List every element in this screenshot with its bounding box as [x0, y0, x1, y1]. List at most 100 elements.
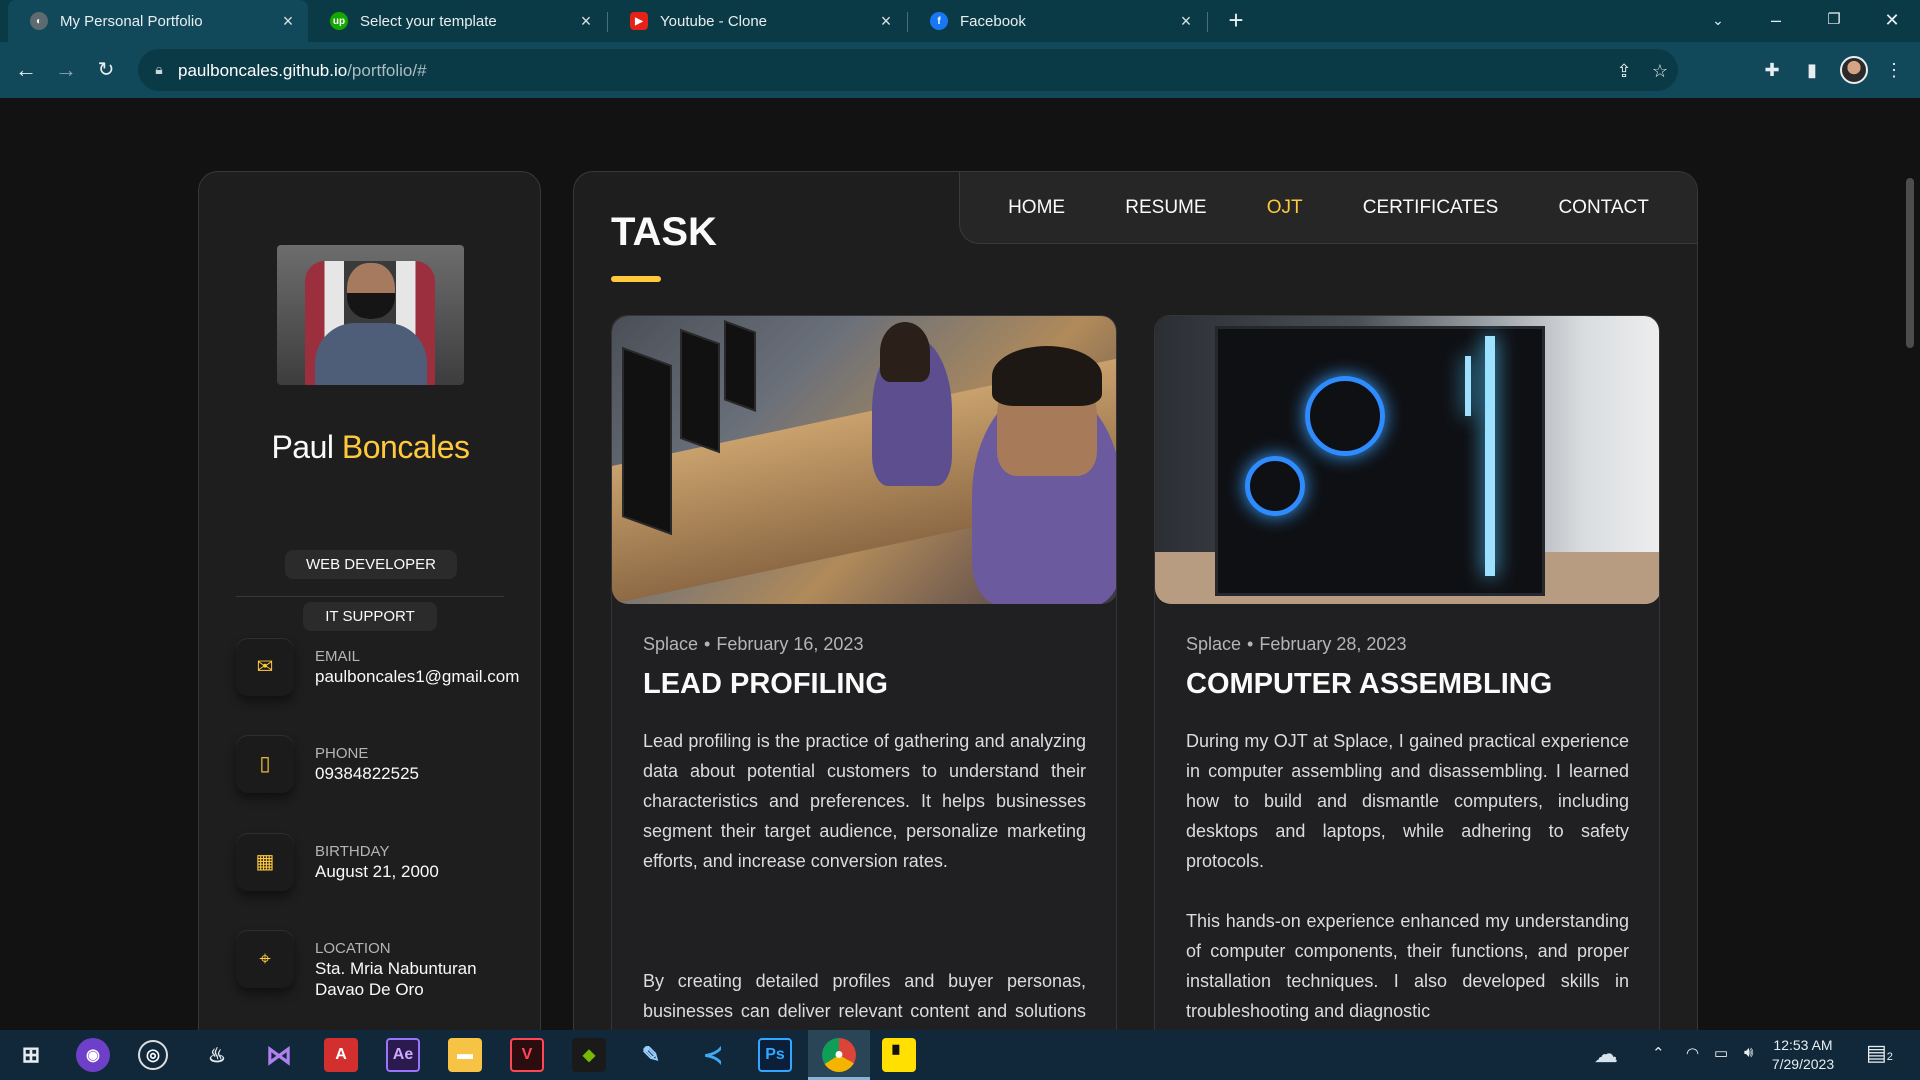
task-paragraph: This hands-on experience enhanced my und…	[1186, 911, 1629, 1021]
nav-certificates[interactable]: CERTIFICATES	[1363, 197, 1498, 219]
tab-my-personal-portfolio[interactable]: ◐ My Personal Portfolio ×	[8, 0, 308, 42]
weather-icon[interactable]: ☁	[1594, 1040, 1618, 1069]
nav-contact[interactable]: CONTACT	[1558, 197, 1648, 219]
chrome-taskbar-active[interactable]: ●	[808, 1030, 870, 1080]
tab-title: Youtube - Clone	[660, 12, 768, 30]
battery-icon[interactable]: ▭	[1714, 1044, 1728, 1062]
sidebar-divider	[236, 596, 504, 597]
contact-phone: ▯ PHONE 09384822525	[236, 735, 526, 795]
task-date: February 16, 2023	[716, 634, 864, 654]
task-paragraph: During my OJT at Splace, I gained practi…	[1186, 731, 1629, 871]
sticky-notes-icon[interactable]: ▘	[882, 1038, 916, 1072]
close-window-button[interactable]: ✕	[1864, 0, 1920, 42]
calendar-icon: ▦	[236, 833, 294, 891]
after-effects-icon[interactable]: Ae	[386, 1038, 420, 1072]
main-navbar: HOME RESUME OJT CERTIFICATES CONTACT	[959, 172, 1697, 244]
task-meta: Splace • February 28, 2023	[1186, 634, 1407, 654]
notification-icon[interactable]: ▤2	[1866, 1040, 1893, 1066]
tab-title: Select your template	[360, 12, 497, 30]
windows-start-icon[interactable]: ⊞	[14, 1038, 48, 1072]
vscode-icon[interactable]: ≺	[696, 1038, 730, 1072]
nav-home[interactable]: HOME	[1008, 197, 1065, 219]
back-button[interactable]: ←	[8, 52, 44, 88]
autocad-icon[interactable]: A	[324, 1038, 358, 1072]
browser-toolbar: ← → ↻ 🔒︎ paulboncales.github.io/portfoli…	[0, 42, 1920, 98]
obs-icon[interactable]: ◎	[138, 1040, 168, 1070]
page-viewport: Paul Boncales WEB DEVELOPER IT SUPPORT ✉…	[0, 98, 1920, 1030]
close-icon[interactable]: ×	[872, 11, 900, 32]
role-badge-web-developer: WEB DEVELOPER	[285, 550, 457, 579]
close-icon[interactable]: ×	[274, 11, 302, 32]
volume-icon[interactable]: 🔊︎	[1744, 1044, 1753, 1061]
minimize-button[interactable]: –	[1748, 0, 1804, 42]
clock-date: 7/29/2023	[1771, 1056, 1835, 1072]
nav-ojt[interactable]: OJT	[1267, 197, 1303, 219]
reload-button[interactable]: ↻	[88, 52, 124, 88]
close-icon[interactable]: ×	[572, 11, 600, 32]
phone-link[interactable]: 09384822525	[315, 763, 529, 784]
email-link[interactable]: paulboncales1@gmail.com	[315, 666, 529, 687]
wifi-icon[interactable]: ◠	[1686, 1044, 1699, 1062]
task-card-computer-assembling: Splace • February 28, 2023 COMPUTER ASSEMB…	[1154, 315, 1660, 1030]
contact-label: PHONE	[315, 745, 369, 762]
valorant-icon[interactable]: V	[510, 1038, 544, 1072]
profile-avatar[interactable]	[1840, 56, 1868, 84]
clock-time: 12:53 AM	[1773, 1037, 1833, 1053]
role-badge-it-support: IT SUPPORT	[303, 602, 437, 631]
file-explorer-icon[interactable]: ▬	[448, 1038, 482, 1072]
last-name: Boncales	[341, 429, 470, 465]
forward-button[interactable]: →	[48, 52, 84, 88]
visual-studio-icon[interactable]: ⋈	[262, 1038, 296, 1072]
notification-count: 2	[1886, 1051, 1893, 1063]
photoshop-icon[interactable]: Ps	[758, 1038, 792, 1072]
tab-title: My Personal Portfolio	[60, 12, 203, 30]
profile-name: Paul Boncales	[199, 429, 542, 466]
tray-chevron-icon[interactable]: ⌃	[1652, 1044, 1665, 1062]
lock-icon[interactable]: 🔒︎	[150, 61, 168, 79]
task-title: LEAD PROFILING	[643, 668, 888, 700]
contact-label: BIRTHDAY	[315, 843, 390, 860]
page-scrollbar[interactable]	[1906, 178, 1914, 348]
extensions-puzzle-icon[interactable]: ✚	[1758, 56, 1786, 84]
contact-email: ✉ EMAIL paulboncales1@gmail.com	[236, 638, 526, 698]
tab-select-your-template[interactable]: up Select your template ×	[308, 0, 606, 42]
steam-icon[interactable]: ♨	[200, 1038, 234, 1072]
url-path: /portfolio/#	[347, 61, 427, 80]
task-company: Splace	[643, 634, 699, 654]
nav-resume[interactable]: RESUME	[1125, 197, 1206, 219]
tab-facebook[interactable]: f Facebook ×	[908, 0, 1206, 42]
close-icon[interactable]: ×	[1172, 11, 1200, 32]
contact-label: LOCATION	[315, 940, 391, 957]
restore-button[interactable]: ❐	[1806, 0, 1862, 42]
paint-icon[interactable]: ✎	[634, 1038, 668, 1072]
taskbar-clock[interactable]: 12:53 AM 7/29/2023	[1758, 1036, 1848, 1074]
tab-youtube-clone[interactable]: ▶ Youtube - Clone ×	[608, 0, 906, 42]
task-meta: Splace • February 16, 2023	[643, 634, 864, 654]
new-tab-button[interactable]: +	[1220, 4, 1252, 36]
youtube-icon: ▶	[630, 12, 648, 30]
main-panel: HOME RESUME OJT CERTIFICATES CONTACT TAS…	[573, 171, 1698, 1030]
browser-tab-strip: ◐ My Personal Portfolio × up Select your…	[0, 0, 1920, 42]
side-panel-icon[interactable]: ▮	[1798, 56, 1826, 84]
profile-sidebar: Paul Boncales WEB DEVELOPER IT SUPPORT ✉…	[198, 171, 541, 1030]
task-card-lead-profiling: Splace • February 16, 2023 LEAD PROFILING …	[611, 315, 1117, 1030]
address-bar[interactable]: 🔒︎ paulboncales.github.io/portfolio/# ⇪ …	[138, 49, 1678, 91]
nvidia-icon[interactable]: ◆	[572, 1038, 606, 1072]
task-paragraph: By creating detailed profiles and buyer …	[643, 971, 1086, 1021]
location-value: Sta. Mria Nabunturan Davao De Oro	[315, 959, 477, 999]
title-underline	[611, 276, 661, 282]
page-title: TASK	[611, 210, 717, 254]
birthday-value: August 21, 2000	[315, 862, 439, 881]
tab-separator	[1207, 12, 1208, 32]
contact-location: ⌖ LOCATION Sta. Mria Nabunturan Davao De…	[236, 930, 526, 999]
url-text[interactable]: paulboncales.github.io/portfolio/#	[178, 61, 427, 81]
bookmark-star-icon[interactable]: ☆	[1648, 59, 1672, 83]
share-icon[interactable]: ⇪	[1612, 59, 1636, 83]
tab-title: Facebook	[960, 12, 1026, 30]
task-title: COMPUTER ASSEMBLING	[1186, 668, 1553, 700]
tab-search-chevron-icon[interactable]: ⌄	[1690, 0, 1746, 42]
first-name: Paul	[271, 429, 334, 465]
menu-kebab-icon[interactable]: ⋮	[1880, 56, 1908, 84]
github-desktop-icon[interactable]: ◉	[76, 1038, 110, 1072]
facebook-icon: f	[930, 12, 948, 30]
